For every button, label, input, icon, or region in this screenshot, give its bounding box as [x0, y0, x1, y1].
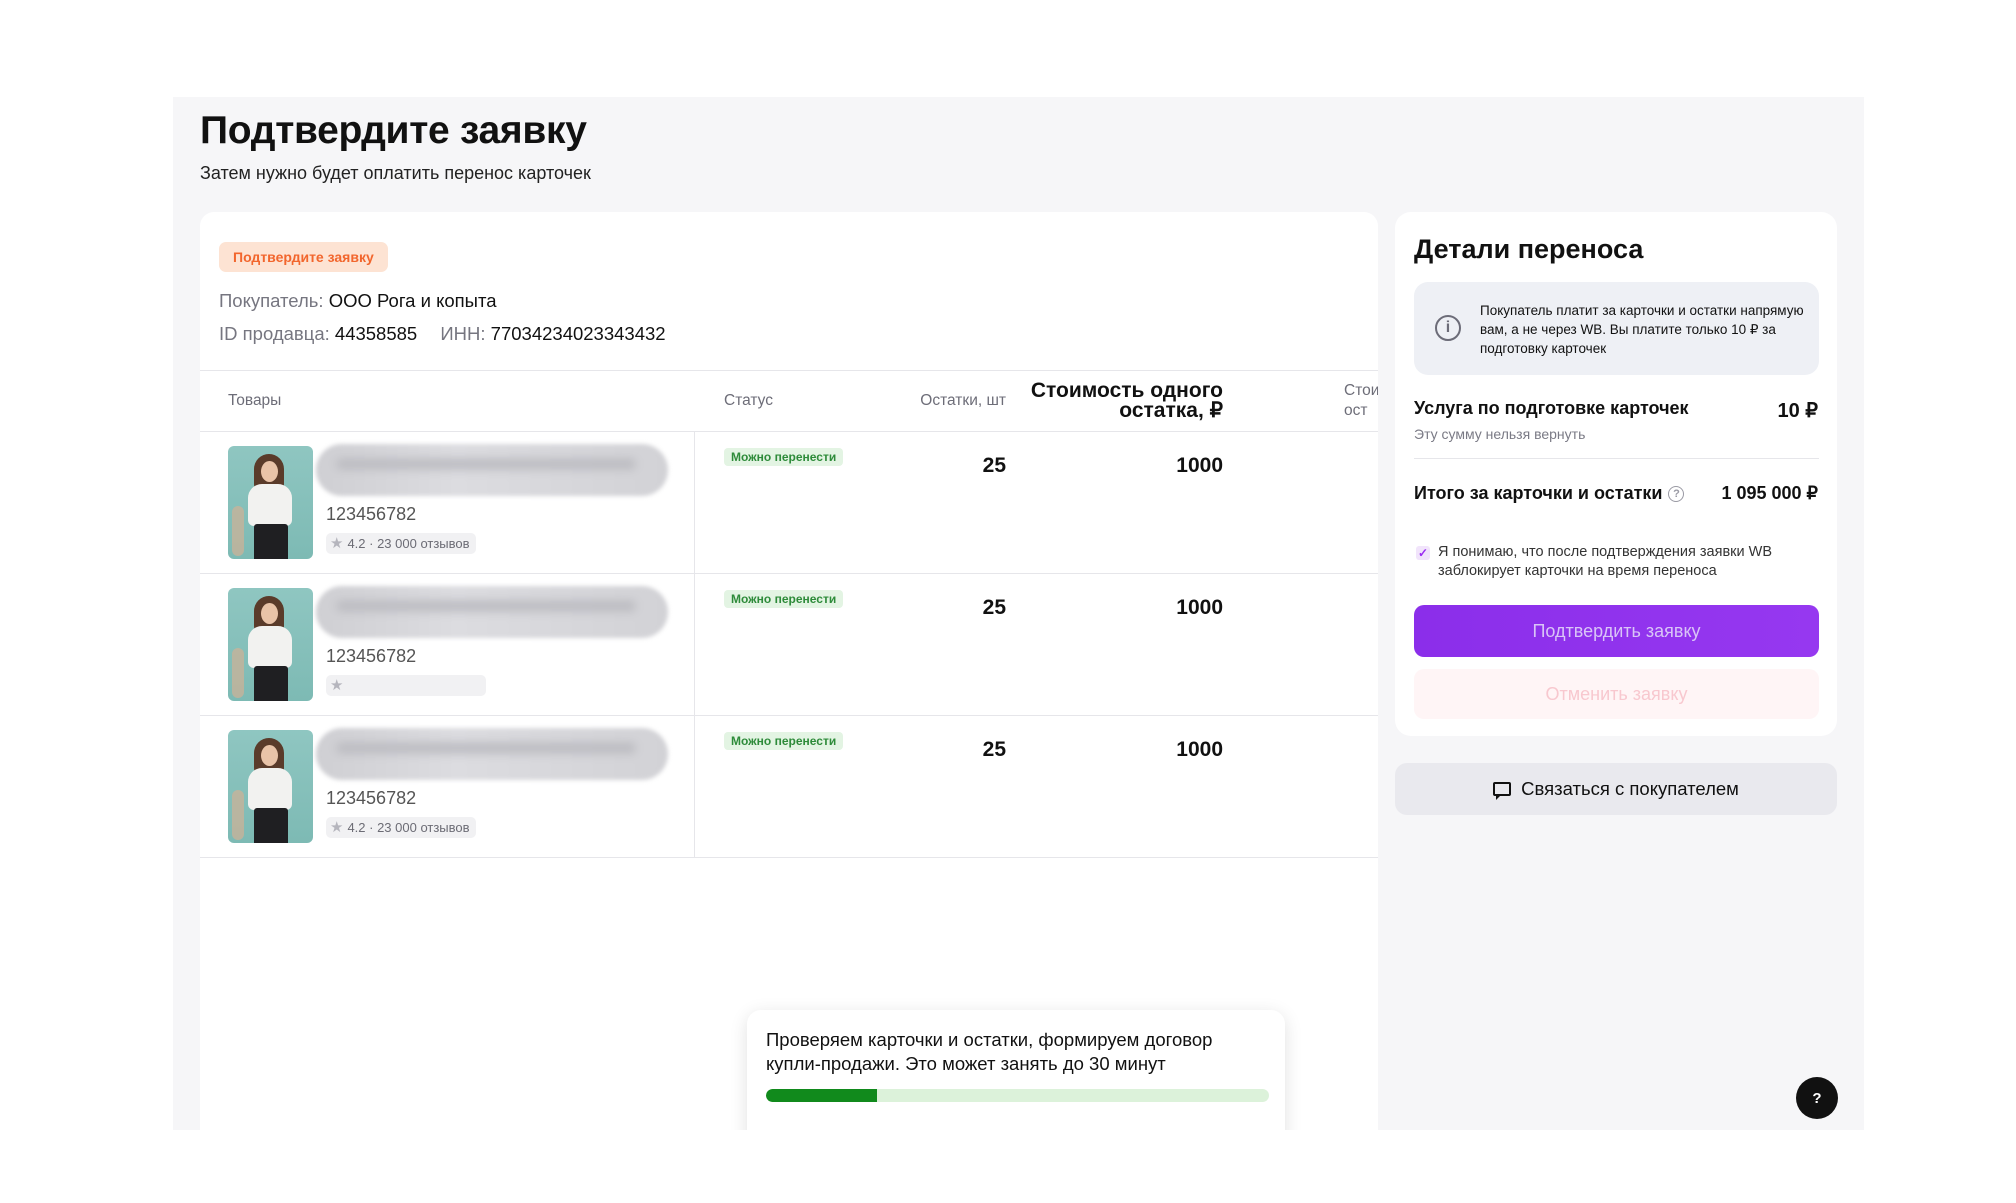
- consent-text: Я понимаю, что после подтверждения заявк…: [1438, 544, 1773, 579]
- total-label-text: Итого за карточки и остатки: [1414, 483, 1663, 503]
- product-sku: 123456782: [326, 788, 417, 808]
- product-image[interactable]: [228, 730, 313, 843]
- page-subtitle: Затем нужно будет оплатить перенос карто…: [200, 163, 591, 183]
- goods-table: Товары Статус Остатки, шт Стоимость одно…: [200, 370, 1378, 858]
- page-frame: Подтвердите заявку Затем нужно будет опл…: [173, 97, 1864, 1130]
- request-card: Подтвердите заявку Покупатель: ООО Рога …: [200, 212, 1378, 1130]
- info-icon: i: [1435, 315, 1461, 341]
- column-total: Стоимо ост: [1344, 381, 1378, 421]
- total-price: 1 095 000 ₽: [1721, 483, 1818, 503]
- star-icon: ★: [330, 535, 344, 552]
- inn-value: 77034234023343432: [490, 323, 666, 344]
- seller-line: ID продавца: 44358585 ИНН: 7703423402334…: [219, 323, 666, 345]
- details-title: Детали переноса: [1414, 234, 1644, 264]
- contact-buyer-button[interactable]: Связаться с покупателем: [1395, 763, 1837, 815]
- column-unit-price: Стоимость одного остатка, ₽: [1030, 379, 1223, 422]
- progress-toast: Проверяем карточки и остатки, формируем …: [747, 1010, 1285, 1130]
- column-unit-price-line1: Стоимость одного: [1030, 379, 1223, 402]
- inn-label: ИНН:: [440, 323, 486, 344]
- product-name-blurred: [316, 586, 668, 638]
- notice-text: Покупатель платит за карточки и остатки …: [1480, 303, 1804, 356]
- product-name-blurred: [316, 444, 668, 496]
- product-image[interactable]: [228, 446, 313, 559]
- page-title: Подтвердите заявку: [200, 109, 587, 152]
- buyer-value: ООО Рога и копыта: [328, 290, 497, 311]
- rating-text: 4.2 · 23 000 отзывов: [347, 820, 470, 835]
- question-circle-icon[interactable]: ?: [1668, 485, 1685, 502]
- table-row[interactable]: 123456782 ★ 4.2 · 23 000 отзывов Можно п…: [200, 716, 1378, 858]
- contact-buyer-label: Связаться с покупателем: [1521, 778, 1739, 799]
- product-rating: ★ 4.2 · 23 000 отзывов: [326, 533, 476, 554]
- product-rating: ★: [326, 675, 486, 696]
- help-button[interactable]: ?: [1796, 1077, 1838, 1119]
- rating-text: 4.2 · 23 000 отзывов: [347, 536, 470, 551]
- progress-bar: [766, 1089, 1269, 1102]
- unit-price-value: 1000: [1176, 454, 1223, 477]
- seller-id-label: ID продавца:: [219, 323, 330, 344]
- column-unit-price-line2: остатка, ₽: [1119, 399, 1223, 422]
- unit-price-value: 1000: [1176, 596, 1223, 619]
- product-image[interactable]: [228, 588, 313, 701]
- consent-checkbox-row[interactable]: ✓ Я понимаю, что после подтверждения зая…: [1416, 543, 1816, 581]
- seller-id-value: 44358585: [334, 323, 418, 344]
- checkbox-icon[interactable]: ✓: [1416, 546, 1430, 560]
- buyer-label: Покупатель:: [219, 290, 324, 311]
- request-status-badge: Подтвердите заявку: [219, 242, 388, 272]
- stock-value: 25: [982, 738, 1006, 761]
- status-badge: Можно перенести: [724, 448, 844, 466]
- service-label: Услуга по подготовке карточек: [1414, 398, 1689, 418]
- unit-price-value: 1000: [1176, 738, 1223, 761]
- star-icon: ★: [330, 819, 344, 836]
- status-badge: Можно перенести: [724, 732, 844, 750]
- table-row[interactable]: 123456782 ★ 4.2 · 23 000 отзывов Можно п…: [200, 432, 1378, 574]
- product-rating: ★ 4.2 · 23 000 отзывов: [326, 817, 476, 838]
- column-total-line2: ост: [1344, 402, 1368, 419]
- cancel-request-button[interactable]: Отменить заявку: [1414, 669, 1819, 719]
- column-total-line1: Стоимо: [1344, 382, 1378, 399]
- chat-icon: [1493, 782, 1512, 800]
- buyer-line: Покупатель: ООО Рога и копыта: [219, 290, 497, 312]
- product-sku: 123456782: [326, 646, 417, 666]
- product-name-blurred: [316, 728, 668, 780]
- stock-value: 25: [982, 596, 1006, 619]
- column-stock: Остатки, шт: [920, 392, 1006, 409]
- confirm-request-button[interactable]: Подтвердить заявку: [1414, 605, 1819, 657]
- progress-fill: [766, 1089, 877, 1102]
- star-icon: ★: [330, 677, 344, 694]
- service-note: Эту сумму нельзя вернуть: [1414, 426, 1586, 442]
- payment-notice: i Покупатель платит за карточки и остатк…: [1414, 282, 1819, 375]
- column-goods: Товары: [228, 392, 282, 409]
- toast-text: Проверяем карточки и остатки, формируем …: [766, 1029, 1213, 1074]
- table-header: Товары Статус Остатки, шт Стоимость одно…: [200, 370, 1378, 432]
- status-badge: Можно перенести: [724, 590, 844, 608]
- divider: [1414, 458, 1819, 459]
- service-price: 10 ₽: [1777, 400, 1818, 422]
- total-label: Итого за карточки и остатки ?: [1414, 483, 1685, 504]
- column-status: Статус: [724, 392, 773, 409]
- stock-value: 25: [982, 454, 1006, 477]
- transfer-details-card: Детали переноса i Покупатель платит за к…: [1395, 212, 1837, 736]
- table-row[interactable]: 123456782 ★ Можно перенести 25 1000: [200, 574, 1378, 716]
- product-sku: 123456782: [326, 504, 417, 524]
